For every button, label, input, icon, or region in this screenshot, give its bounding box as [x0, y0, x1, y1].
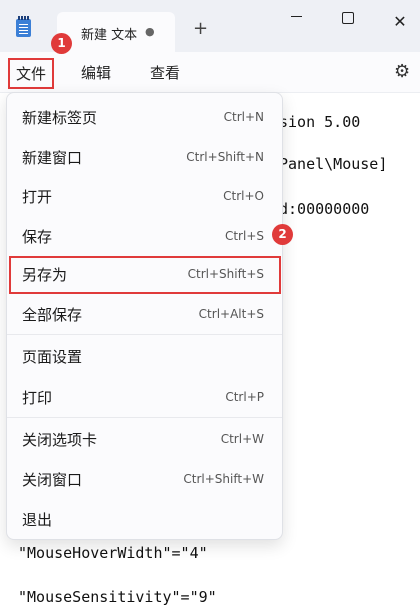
maximize-button[interactable]: [328, 8, 368, 36]
menu-item-label: 打开: [22, 188, 53, 206]
minimize-icon: [290, 16, 302, 17]
menu-item-shortcut: Ctrl+P: [225, 390, 264, 404]
menu-item-print[interactable]: 打印 Ctrl+P: [7, 377, 282, 415]
menu-item-close-window[interactable]: 关闭窗口 Ctrl+Shift+W: [7, 459, 282, 497]
menu-bar: 文件 编辑 查看 ⚙: [0, 52, 420, 93]
close-button[interactable]: ✕: [380, 8, 420, 36]
menu-item-label: 新建窗口: [22, 149, 83, 167]
menu-item-shortcut: Ctrl+Shift+W: [183, 472, 264, 486]
maximize-icon: [342, 11, 354, 24]
menu-file[interactable]: 文件: [8, 58, 55, 89]
menu-item-label: 新建标签页: [22, 109, 98, 127]
menu-item-exit[interactable]: 退出: [7, 499, 282, 537]
unsaved-dot-icon[interactable]: ●: [145, 25, 155, 38]
menu-item-label: 保存: [22, 228, 53, 246]
menu-item-label: 退出: [22, 511, 53, 529]
editor-line: "MouseHoverWidth"="4": [18, 544, 208, 562]
editor-line: d:00000000: [279, 200, 370, 218]
menu-item-label: 全部保存: [22, 306, 83, 324]
menu-view[interactable]: 查看: [150, 62, 180, 83]
menu-item-shortcut: Ctrl+W: [220, 432, 264, 446]
menu-separator: [7, 417, 282, 418]
save-as-highlight-box: [9, 256, 281, 294]
menu-item-open[interactable]: 打开 Ctrl+O: [7, 176, 282, 214]
menu-item-label: 关闭窗口: [22, 471, 83, 489]
step-badge-2: 2: [272, 224, 293, 245]
notepad-icon: [16, 16, 31, 37]
menu-item-new-tab[interactable]: 新建标签页 Ctrl+N: [7, 97, 282, 135]
menu-item-shortcut: Ctrl+N: [223, 110, 264, 124]
menu-item-page-setup[interactable]: 页面设置: [7, 336, 282, 374]
tab-title: 新建 文本: [81, 28, 138, 43]
menu-item-shortcut: Ctrl+S: [224, 229, 264, 243]
editor-line: sion 5.00: [279, 113, 361, 131]
file-menu-dropdown: 新建标签页 Ctrl+N 新建窗口 Ctrl+Shift+N 打开 Ctrl+O…: [6, 92, 283, 540]
menu-item-close-tab[interactable]: 关闭选项卡 Ctrl+W: [7, 419, 282, 457]
menu-item-shortcut: Ctrl+O: [223, 189, 264, 203]
gear-icon[interactable]: ⚙: [394, 61, 410, 82]
step-badge-1: 1: [51, 33, 72, 54]
new-tab-button[interactable]: +: [193, 18, 208, 39]
menu-item-label: 打印: [22, 389, 53, 407]
menu-edit[interactable]: 编辑: [81, 62, 111, 83]
menu-item-shortcut: Ctrl+Alt+S: [198, 307, 264, 321]
menu-item-label: 页面设置: [22, 348, 83, 366]
menu-separator: [7, 334, 282, 335]
tab-document[interactable]: 新建 文本 ●: [57, 12, 175, 52]
menu-item-save[interactable]: 保存 Ctrl+S: [7, 216, 282, 254]
menu-item-new-window[interactable]: 新建窗口 Ctrl+Shift+N: [7, 137, 282, 175]
menu-item-shortcut: Ctrl+Shift+N: [186, 150, 264, 164]
minimize-button[interactable]: [276, 8, 316, 36]
editor-line: "MouseSensitivity"="9": [18, 588, 217, 606]
close-icon: ✕: [393, 12, 407, 31]
editor-line: Panel\Mouse]: [279, 155, 388, 173]
menu-item-label: 关闭选项卡: [22, 431, 98, 449]
menu-item-save-all[interactable]: 全部保存 Ctrl+Alt+S: [7, 294, 282, 332]
